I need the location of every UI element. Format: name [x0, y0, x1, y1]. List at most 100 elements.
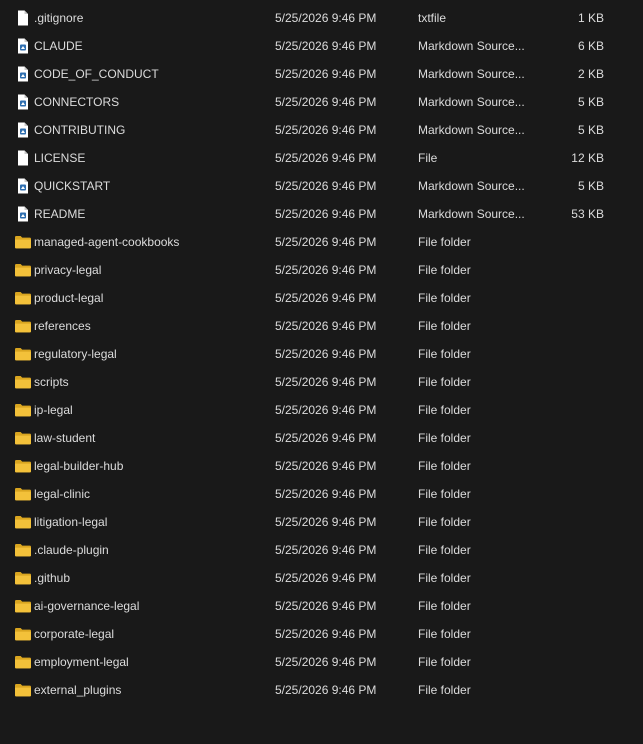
- file-icon: [14, 10, 32, 26]
- file-row[interactable]: employment-legal 5/25/2026 9:46 PM File …: [0, 648, 643, 676]
- file-type: File folder: [418, 487, 471, 501]
- file-size: 6 KB: [577, 39, 604, 53]
- file-date-modified: 5/25/2026 9:46 PM: [275, 347, 377, 361]
- file-name: .github: [34, 571, 71, 585]
- folder-icon: [14, 402, 32, 418]
- file-size: 53 KB: [571, 207, 604, 221]
- file-row[interactable]: references 5/25/2026 9:46 PM File folder: [0, 312, 643, 340]
- folder-icon: [14, 290, 32, 306]
- markdown-file-icon: [14, 38, 32, 54]
- file-type: File folder: [418, 235, 471, 249]
- file-row[interactable]: product-legal 5/25/2026 9:46 PM File fol…: [0, 284, 643, 312]
- file-type: File folder: [418, 515, 471, 529]
- file-row[interactable]: QUICKSTART 5/25/2026 9:46 PM Markdown So…: [0, 172, 643, 200]
- file-name: product-legal: [34, 291, 104, 305]
- file-row[interactable]: managed-agent-cookbooks 5/25/2026 9:46 P…: [0, 228, 643, 256]
- file-row[interactable]: external_plugins 5/25/2026 9:46 PM File …: [0, 676, 643, 704]
- folder-icon: [14, 654, 32, 670]
- file-name: legal-builder-hub: [34, 459, 124, 473]
- file-type: Markdown Source...: [418, 207, 525, 221]
- folder-icon: [14, 542, 32, 558]
- file-name: LICENSE: [34, 151, 86, 165]
- file-row[interactable]: .github 5/25/2026 9:46 PM File folder: [0, 564, 643, 592]
- file-name: managed-agent-cookbooks: [34, 235, 180, 249]
- file-name: corporate-legal: [34, 627, 115, 641]
- file-date-modified: 5/25/2026 9:46 PM: [275, 123, 377, 137]
- file-date-modified: 5/25/2026 9:46 PM: [275, 515, 377, 529]
- file-date-modified: 5/25/2026 9:46 PM: [275, 403, 377, 417]
- file-type: File folder: [418, 627, 471, 641]
- folder-icon: [14, 234, 32, 250]
- file-type: File folder: [418, 683, 471, 697]
- file-row[interactable]: scripts 5/25/2026 9:46 PM File folder: [0, 368, 643, 396]
- file-name: references: [34, 319, 91, 333]
- file-date-modified: 5/25/2026 9:46 PM: [275, 207, 377, 221]
- file-name: regulatory-legal: [34, 347, 117, 361]
- file-row[interactable]: .claude-plugin 5/25/2026 9:46 PM File fo…: [0, 536, 643, 564]
- file-type: txtfile: [418, 11, 447, 25]
- file-date-modified: 5/25/2026 9:46 PM: [275, 487, 377, 501]
- file-type: File folder: [418, 375, 471, 389]
- file-name: external_plugins: [34, 683, 122, 697]
- folder-icon: [14, 514, 32, 530]
- file-name: .gitignore: [34, 11, 84, 25]
- file-row[interactable]: CLAUDE 5/25/2026 9:46 PM Markdown Source…: [0, 32, 643, 60]
- file-size: 5 KB: [577, 179, 604, 193]
- file-row[interactable]: ai-governance-legal 5/25/2026 9:46 PM Fi…: [0, 592, 643, 620]
- file-date-modified: 5/25/2026 9:46 PM: [275, 627, 377, 641]
- file-type: File folder: [418, 403, 471, 417]
- file-row[interactable]: ip-legal 5/25/2026 9:46 PM File folder: [0, 396, 643, 424]
- folder-icon: [14, 682, 32, 698]
- file-date-modified: 5/25/2026 9:46 PM: [275, 11, 377, 25]
- file-row[interactable]: legal-clinic 5/25/2026 9:46 PM File fold…: [0, 480, 643, 508]
- file-row[interactable]: CODE_OF_CONDUCT 5/25/2026 9:46 PM Markdo…: [0, 60, 643, 88]
- file-date-modified: 5/25/2026 9:46 PM: [275, 319, 377, 333]
- file-type: File folder: [418, 599, 471, 613]
- file-type: Markdown Source...: [418, 39, 525, 53]
- folder-icon: [14, 486, 32, 502]
- file-date-modified: 5/25/2026 9:46 PM: [275, 263, 377, 277]
- folder-icon: [14, 318, 32, 334]
- file-type: File folder: [418, 431, 471, 445]
- file-name: law-student: [34, 431, 96, 445]
- file-type: Markdown Source...: [418, 123, 525, 137]
- file-name: .claude-plugin: [34, 543, 109, 557]
- file-size: 12 KB: [571, 151, 604, 165]
- file-size: 1 KB: [577, 11, 604, 25]
- file-row[interactable]: privacy-legal 5/25/2026 9:46 PM File fol…: [0, 256, 643, 284]
- file-type: File folder: [418, 291, 471, 305]
- file-date-modified: 5/25/2026 9:46 PM: [275, 431, 377, 445]
- file-date-modified: 5/25/2026 9:46 PM: [275, 179, 377, 193]
- file-name: legal-clinic: [34, 487, 91, 501]
- file-row[interactable]: legal-builder-hub 5/25/2026 9:46 PM File…: [0, 452, 643, 480]
- file-name: ip-legal: [34, 403, 73, 417]
- file-name: privacy-legal: [34, 263, 102, 277]
- file-name: README: [34, 207, 86, 221]
- file-type: File folder: [418, 655, 471, 669]
- file-row[interactable]: litigation-legal 5/25/2026 9:46 PM File …: [0, 508, 643, 536]
- file-row[interactable]: CONNECTORS 5/25/2026 9:46 PM Markdown So…: [0, 88, 643, 116]
- file-name: CODE_OF_CONDUCT: [34, 67, 159, 81]
- file-row[interactable]: README 5/25/2026 9:46 PM Markdown Source…: [0, 200, 643, 228]
- file-type: Markdown Source...: [418, 67, 525, 81]
- file-type: File folder: [418, 347, 471, 361]
- file-type: File folder: [418, 543, 471, 557]
- file-row[interactable]: law-student 5/25/2026 9:46 PM File folde…: [0, 424, 643, 452]
- markdown-file-icon: [14, 94, 32, 110]
- file-row[interactable]: corporate-legal 5/25/2026 9:46 PM File f…: [0, 620, 643, 648]
- folder-icon: [14, 458, 32, 474]
- file-row[interactable]: LICENSE 5/25/2026 9:46 PM File 12 KB: [0, 144, 643, 172]
- file-type: Markdown Source...: [418, 95, 525, 109]
- folder-icon: [14, 262, 32, 278]
- file-type: File: [418, 151, 438, 165]
- file-row[interactable]: .gitignore 5/25/2026 9:46 PM txtfile 1 K…: [0, 4, 643, 32]
- file-date-modified: 5/25/2026 9:46 PM: [275, 151, 377, 165]
- file-type: File folder: [418, 319, 471, 333]
- file-type: File folder: [418, 263, 471, 277]
- file-row[interactable]: CONTRIBUTING 5/25/2026 9:46 PM Markdown …: [0, 116, 643, 144]
- file-size: 5 KB: [577, 95, 604, 109]
- file-row[interactable]: regulatory-legal 5/25/2026 9:46 PM File …: [0, 340, 643, 368]
- file-date-modified: 5/25/2026 9:46 PM: [275, 543, 377, 557]
- markdown-file-icon: [14, 178, 32, 194]
- file-date-modified: 5/25/2026 9:46 PM: [275, 655, 377, 669]
